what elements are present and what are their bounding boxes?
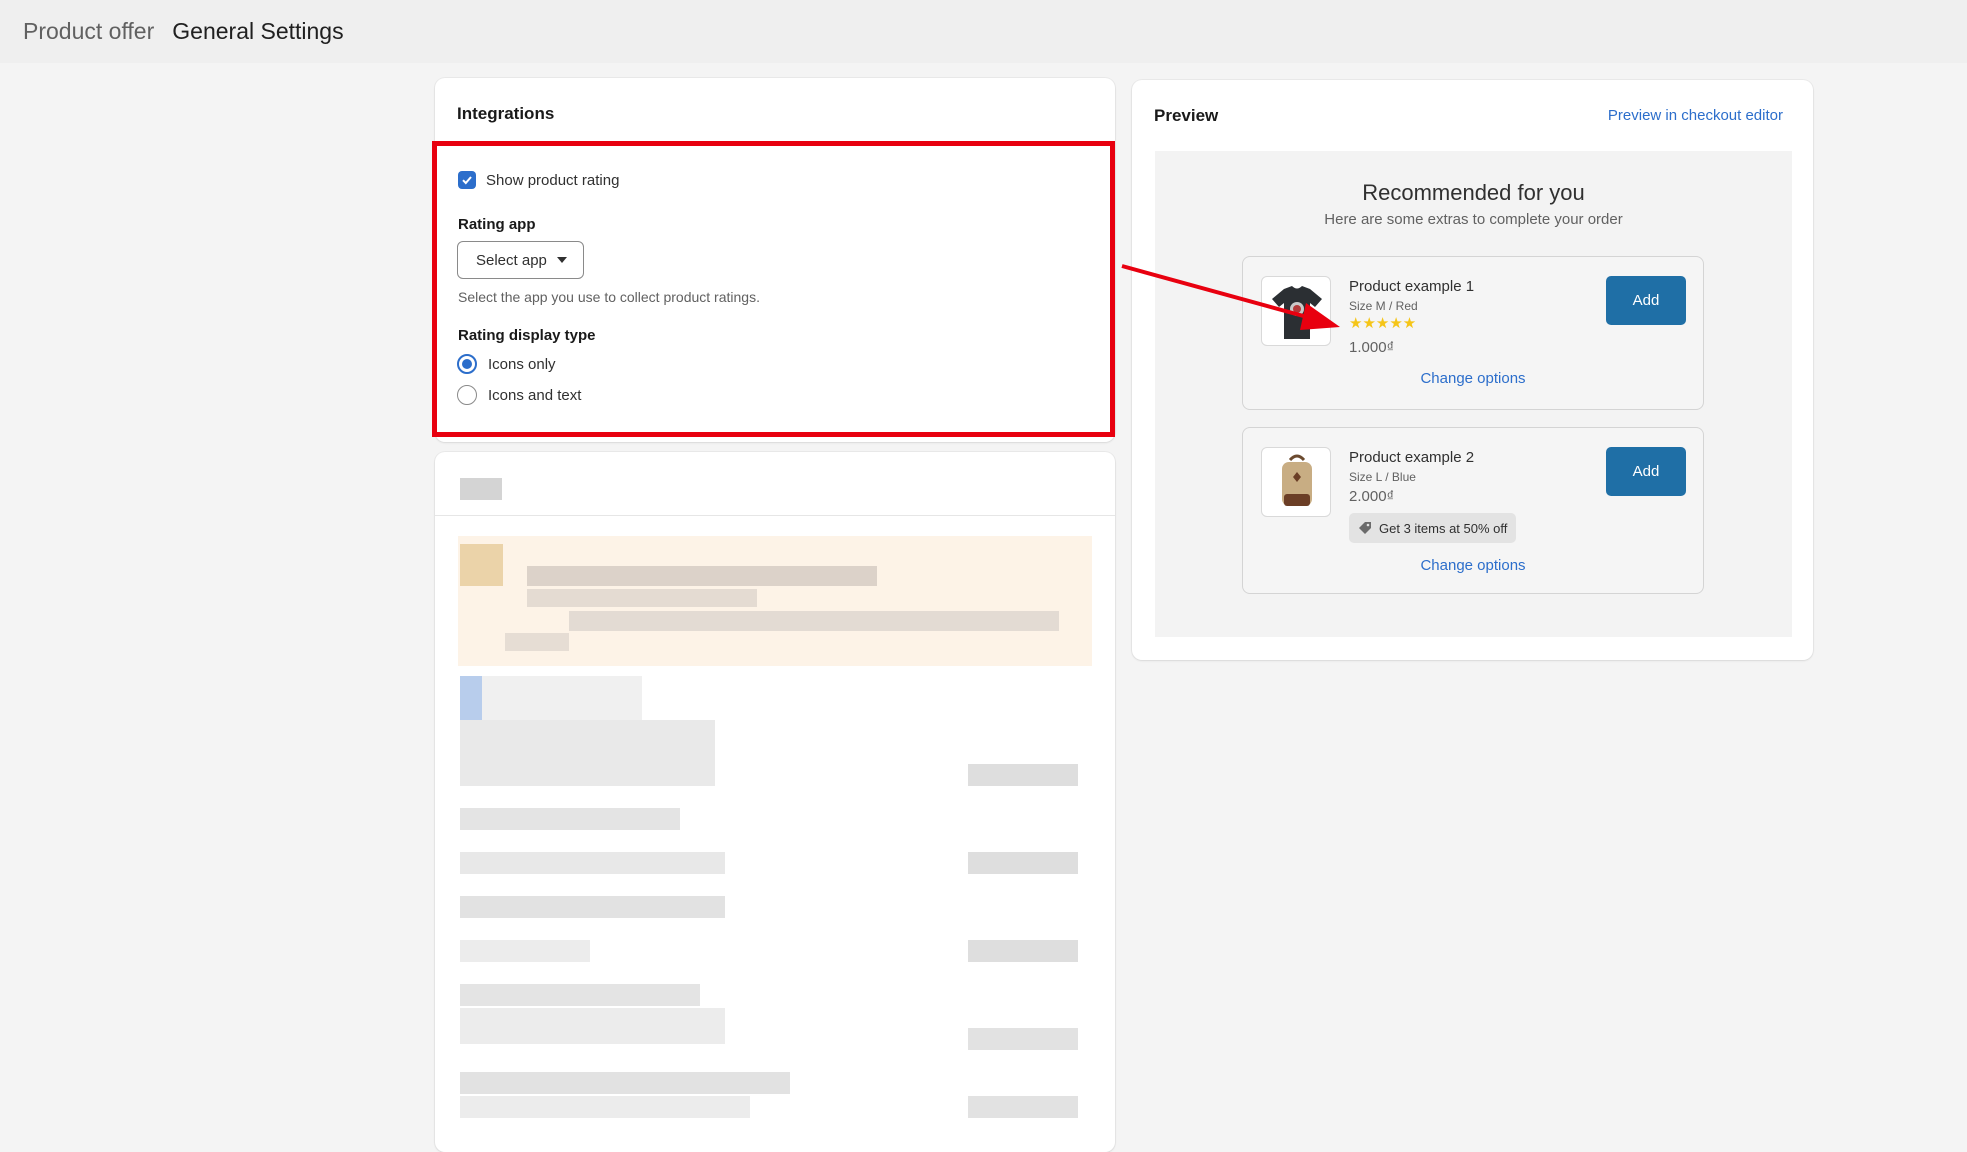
blurred-block <box>460 1072 790 1094</box>
rating-app-help: Select the app you use to collect produc… <box>458 289 760 305</box>
radio-button[interactable] <box>457 354 477 374</box>
preview-heading: Preview <box>1154 106 1219 125</box>
product-name: Product example 2 <box>1349 449 1475 466</box>
rating-display-type-label: Rating display type <box>458 327 596 344</box>
show-rating-label: Show product rating <box>486 171 620 189</box>
blurred-settings-card <box>435 452 1115 1152</box>
preview-card: Preview Preview in checkout editor Recom… <box>1132 80 1813 660</box>
blurred-block <box>527 589 757 607</box>
blurred-block <box>968 940 1078 962</box>
blurred-block <box>968 1096 1078 1118</box>
recommendation-title: Recommended for you <box>1362 180 1585 205</box>
blurred-block <box>460 1096 750 1118</box>
breadcrumb[interactable]: Product offer <box>23 18 154 45</box>
preview-area: Recommended for you Here are some extras… <box>1155 151 1792 637</box>
add-button[interactable]: Add <box>1606 276 1686 325</box>
caret-down-icon <box>556 257 567 263</box>
radio-button[interactable] <box>457 385 477 405</box>
backpack-icon <box>1261 447 1331 517</box>
integrations-card: Integrations Show product rating Rating … <box>435 78 1115 442</box>
radio-icons-only[interactable]: Icons only <box>457 354 556 374</box>
radio-icons-and-text[interactable]: Icons and text <box>457 385 581 405</box>
preview-checkout-editor-link[interactable]: Preview in checkout editor <box>1608 107 1783 124</box>
blurred-block <box>968 852 1078 874</box>
product-card: Product example 1 Size M / Red ★★★★★ 1.0… <box>1242 256 1704 410</box>
radio-label: Icons only <box>488 355 556 373</box>
product-variant: Size L / Blue <box>1349 470 1416 484</box>
rating-app-label: Rating app <box>458 216 536 233</box>
product-card: Product example 2 Size L / Blue 2.000₫ G… <box>1242 427 1704 594</box>
product-price: 1.000₫ <box>1349 339 1395 356</box>
discount-text: Get 3 items at 50% off <box>1379 520 1508 536</box>
blurred-block <box>460 676 482 720</box>
recommendation-subtitle: Here are some extras to complete your or… <box>1324 211 1623 228</box>
add-button[interactable]: Add <box>1606 447 1686 496</box>
blurred-block <box>460 720 715 786</box>
radio-label: Icons and text <box>488 386 582 404</box>
blurred-block <box>460 852 725 874</box>
rating-stars: ★★★★★ <box>1349 315 1417 332</box>
blurred-block <box>460 984 700 1006</box>
blurred-block <box>968 1028 1078 1050</box>
change-options-link[interactable]: Change options <box>1243 370 1703 387</box>
blurred-block <box>460 940 590 962</box>
blurred-block <box>482 676 642 720</box>
show-rating-checkbox-row[interactable]: Show product rating <box>458 171 619 189</box>
blurred-block <box>569 611 1059 631</box>
discount-badge: Get 3 items at 50% off <box>1349 513 1517 543</box>
checkmark-icon <box>462 176 472 185</box>
blurred-block <box>460 544 503 586</box>
blurred-block <box>460 808 680 830</box>
tag-icon <box>1359 522 1371 534</box>
blurred-block <box>527 566 877 586</box>
page-title: General Settings <box>172 18 344 44</box>
blurred-block <box>968 764 1078 786</box>
blurred-block <box>460 1008 725 1044</box>
top-bar: Product offer General Settings <box>0 0 1967 63</box>
integrations-heading: Integrations <box>457 104 555 123</box>
product-name: Product example 1 <box>1349 278 1475 295</box>
show-rating-checkbox[interactable] <box>458 171 476 189</box>
blurred-block <box>460 896 725 918</box>
product-price: 2.000₫ <box>1349 488 1395 505</box>
rating-app-select[interactable]: Select app <box>457 241 584 279</box>
blurred-block <box>460 478 502 500</box>
change-options-link[interactable]: Change options <box>1243 557 1703 574</box>
product-variant: Size M / Red <box>1349 299 1418 313</box>
blurred-block <box>505 633 569 651</box>
divider <box>435 515 1115 516</box>
tshirt-icon <box>1261 276 1331 346</box>
rating-app-select-value: Select app <box>476 251 547 269</box>
